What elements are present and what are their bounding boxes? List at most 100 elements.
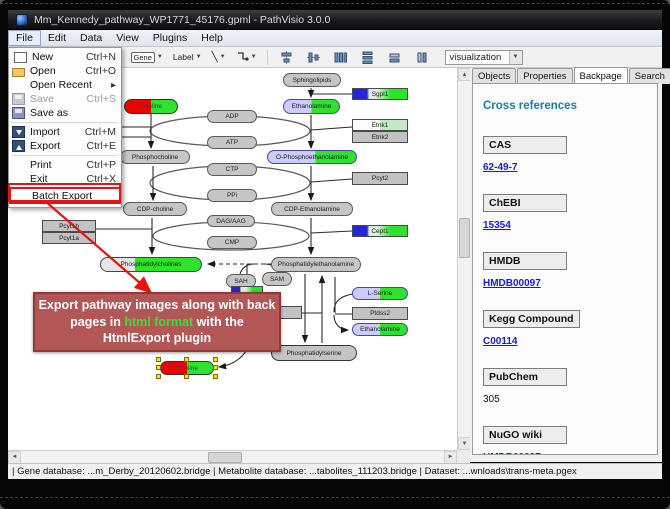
file-menu-item-import[interactable]: ImportCtrl+M	[9, 125, 121, 139]
menubar-item-file[interactable]: File	[8, 30, 41, 46]
crossref-link-kegg-compound[interactable]: C00114	[483, 336, 657, 347]
node-label: PPi	[227, 192, 237, 199]
node-label: Choline	[140, 103, 162, 110]
crossref-link-nugo-wiki[interactable]: HMDB00097	[483, 452, 657, 455]
node-label: Phosphocholine	[132, 154, 178, 161]
selection-handle[interactable]	[184, 357, 189, 362]
vertical-scroll-thumb[interactable]	[459, 218, 470, 258]
common-width-icon[interactable]	[387, 50, 402, 65]
horizontal-scroll-thumb[interactable]	[208, 452, 242, 463]
canvas-horizontal-scrollbar[interactable]: ◄ ►	[8, 450, 457, 463]
pathway-node-cdp-choline[interactable]: CDP-choline	[123, 202, 187, 216]
file-menu-item-exit[interactable]: ExitCtrl+X	[9, 172, 121, 186]
pathway-node-etnk2[interactable]: Etnk2	[352, 131, 408, 143]
pathway-node-pcyt1a[interactable]: Pcyt1a	[42, 232, 96, 244]
pathway-node-dag-aag[interactable]: DAG/AAG	[207, 215, 255, 227]
callout-highlight: html format	[124, 315, 193, 329]
file-menu-item-save[interactable]: SaveCtrl+S	[9, 92, 121, 106]
file-menu-item-new[interactable]: NewCtrl+N	[9, 50, 121, 64]
pathway-node-sgpl1[interactable]: Sgpl1	[352, 88, 408, 100]
distribute-horizontal-icon[interactable]	[333, 50, 348, 65]
pathway-node-sphingolipids[interactable]: Sphingolipids	[283, 73, 341, 87]
scroll-right-icon[interactable]: ►	[444, 451, 457, 464]
menubar-item-data[interactable]: Data	[73, 30, 109, 46]
pathway-node-ethanolamine-bottom[interactable]: Ethanolamine	[352, 323, 408, 336]
file-menu-item-open[interactable]: OpenCtrl+O	[9, 64, 121, 78]
menu-separator	[12, 155, 118, 156]
tab-properties[interactable]: Properties	[517, 68, 572, 84]
callout-line-2: pages in html format with the	[36, 314, 278, 331]
selection-handle[interactable]	[156, 357, 161, 362]
pathway-node-pcyt2[interactable]: Pcyt2	[352, 172, 408, 185]
tab-search[interactable]: Search	[629, 68, 670, 84]
align-center-y-icon[interactable]	[306, 50, 321, 65]
common-height-icon[interactable]	[414, 50, 429, 65]
chevron-down-icon[interactable]: ▼	[196, 54, 202, 60]
crossref-header-cas: CAS	[483, 136, 567, 154]
frame-artifact-bottom	[0, 497, 670, 498]
crossref-link-chebi[interactable]: 15354	[483, 220, 657, 231]
menubar-item-help[interactable]: Help	[194, 30, 230, 46]
submenu-arrow-icon: ▶	[111, 81, 116, 89]
pathway-node-phosphatidylethanolamine[interactable]: Phosphatidylethanolamine	[271, 257, 361, 272]
crossref-link-cas[interactable]: 62-49-7	[483, 162, 657, 173]
selection-handle[interactable]	[213, 374, 218, 379]
canvas-vertical-scrollbar[interactable]: ▲ ▼	[457, 68, 470, 450]
node-label: Pcyt2	[372, 175, 388, 182]
crossref-link-hmdb[interactable]: HMDB00097	[483, 278, 657, 289]
align-center-x-icon[interactable]	[279, 50, 294, 65]
file-menu-item-export[interactable]: ExportCtrl+E	[9, 139, 121, 153]
add-label-button[interactable]: Label ▼	[171, 49, 204, 66]
draw-line-button[interactable]: ╲ ▼	[210, 49, 228, 66]
node-label: O-Phosphoethanolamine	[276, 154, 348, 161]
pathway-node-choline-bottom[interactable]: Choline	[160, 361, 214, 375]
selection-handle[interactable]	[184, 374, 189, 379]
tab-backpage[interactable]: Backpage	[574, 67, 628, 83]
menubar-item-view[interactable]: View	[109, 30, 146, 46]
file-menu-item-print[interactable]: PrintCtrl+P	[9, 158, 121, 172]
new-document-icon	[14, 52, 27, 63]
selection-handle[interactable]	[156, 374, 161, 379]
file-menu-item-batch-export[interactable]: Batch Export	[9, 187, 121, 204]
add-gene-button[interactable]: Gene ▼	[129, 49, 165, 66]
chevron-down-icon[interactable]: ▼	[251, 54, 257, 60]
pathway-node-pcyt1b[interactable]: Pcyt1b	[42, 220, 96, 232]
scroll-left-icon[interactable]: ◄	[8, 451, 21, 464]
pathway-node-cept1[interactable]: Cept1	[352, 225, 408, 237]
pathway-node-atp[interactable]: ATP	[207, 136, 257, 149]
pathway-node-cdp-ethanolamine[interactable]: CDP-Ethanolamine	[271, 202, 353, 216]
pathway-node-ethanolamine-top[interactable]: Ethanolamine	[283, 99, 340, 114]
import-icon	[12, 126, 25, 138]
pathway-node-phosphatidylcholines[interactable]: Phosphatidylcholines	[100, 257, 202, 272]
file-menu-item-open-recent[interactable]: Open Recent▶	[9, 78, 121, 92]
pathway-node-choline-top[interactable]: Choline	[124, 99, 178, 114]
pathway-node-etnk1[interactable]: Etnk1	[352, 119, 408, 131]
chevron-down-icon[interactable]: ▼	[157, 54, 163, 60]
tab-objects[interactable]: Objects	[472, 68, 516, 84]
menubar-item-plugins[interactable]: Plugins	[146, 30, 194, 46]
visualization-value: visualization	[450, 52, 502, 63]
pathway-node-adp[interactable]: ADP	[207, 110, 257, 123]
file-menu-item-save-as[interactable]: Save as	[9, 106, 121, 120]
selection-handle[interactable]	[156, 365, 161, 370]
pathway-node-sam[interactable]: SAM	[262, 272, 292, 286]
pathway-node-ptdss2[interactable]: Ptdss2	[352, 307, 408, 320]
node-label: Phosphatidylethanolamine	[278, 261, 354, 268]
selection-handle[interactable]	[213, 357, 218, 362]
pathway-node-ppi[interactable]: PPi	[207, 189, 257, 202]
pathway-node-cmp[interactable]: CMP	[207, 236, 257, 249]
menubar-item-edit[interactable]: Edit	[41, 30, 73, 46]
pathway-node-ctp[interactable]: CTP	[207, 163, 257, 176]
pathway-node-phosphocholine[interactable]: Phosphocholine	[120, 150, 190, 164]
selection-handle[interactable]	[213, 365, 218, 370]
chevron-down-icon[interactable]: ▼	[220, 54, 226, 60]
pathway-node-phosphatidylserine[interactable]: Phosphatidylserine	[271, 345, 357, 361]
node-label: Pcyt1a	[59, 235, 79, 242]
pathway-node-l-serine[interactable]: L-Serine	[352, 287, 408, 300]
visualization-combobox[interactable]: visualization ▼	[445, 50, 523, 65]
pathway-node-o-phosphoethanolamine[interactable]: O-Phosphoethanolamine	[267, 150, 357, 164]
menu-item-shortcut: Ctrl+P	[87, 159, 116, 171]
chevron-down-icon[interactable]: ▼	[509, 51, 522, 64]
draw-connector-button[interactable]: ▼	[234, 49, 259, 66]
distribute-vertical-icon[interactable]	[360, 50, 375, 65]
